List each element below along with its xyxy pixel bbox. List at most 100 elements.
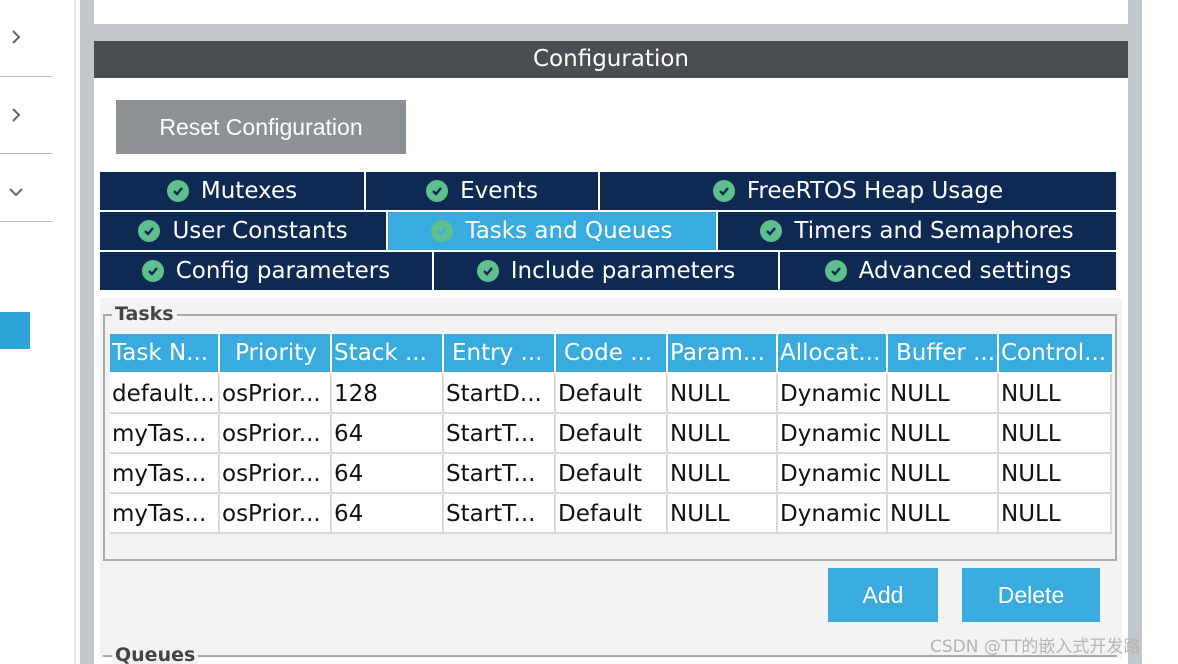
check-circle-icon bbox=[824, 260, 847, 282]
chevron-down-icon bbox=[9, 188, 23, 197]
cell-entry: StartT... bbox=[444, 494, 556, 534]
cell-param: NULL bbox=[668, 494, 778, 534]
tab-row-1: Mutexes Events FreeRTOS Heap Usage bbox=[100, 172, 1116, 210]
table-row[interactable]: myTas... osPrior... 64 StartT... Default… bbox=[110, 454, 1112, 494]
tab-label: Tasks and Queues bbox=[465, 218, 673, 244]
column-header-control[interactable]: Control... bbox=[999, 334, 1112, 372]
cell-task-name: default... bbox=[110, 374, 220, 414]
tab-label: Config parameters bbox=[175, 258, 391, 284]
cell-allocation: Dynamic bbox=[778, 414, 888, 454]
column-header-allocation[interactable]: Allocat... bbox=[778, 334, 888, 372]
cell-buffer: NULL bbox=[888, 414, 999, 454]
check-circle-icon bbox=[712, 180, 735, 202]
tab-label: Mutexes bbox=[200, 178, 298, 204]
cell-priority: osPrior... bbox=[220, 414, 332, 454]
cell-entry: StartD... bbox=[444, 374, 556, 414]
column-header-entry[interactable]: Entry ... bbox=[444, 334, 556, 372]
cell-priority: osPrior... bbox=[220, 494, 332, 534]
cell-entry: StartT... bbox=[444, 454, 556, 494]
add-task-button[interactable]: Add bbox=[828, 568, 938, 622]
check-circle-icon bbox=[426, 180, 449, 202]
column-header-priority[interactable]: Priority bbox=[220, 334, 332, 372]
sidebar-row-2[interactable] bbox=[0, 77, 52, 154]
cell-stack: 64 bbox=[332, 414, 444, 454]
cell-task-name: myTas... bbox=[110, 494, 220, 534]
queues-group-label: Queues bbox=[112, 644, 199, 664]
reset-configuration-button[interactable]: Reset Configuration bbox=[116, 100, 406, 154]
tab-tasks-and-queues[interactable]: Tasks and Queues bbox=[388, 212, 718, 250]
tab-label: User Constants bbox=[172, 218, 348, 244]
tasks-table: Task N... Priority Stack ... Entry ... C… bbox=[110, 334, 1112, 534]
tab-row-2: User Constants Tasks and Queues Timers a… bbox=[100, 212, 1116, 250]
cell-control: NULL bbox=[999, 414, 1112, 454]
cell-buffer: NULL bbox=[888, 454, 999, 494]
table-row[interactable]: myTas... osPrior... 64 StartT... Default… bbox=[110, 494, 1112, 534]
tab-mutexes[interactable]: Mutexes bbox=[100, 172, 366, 210]
watermark: CSDN @TT的嵌入式开发路 bbox=[930, 637, 1141, 657]
table-row[interactable]: myTas... osPrior... 64 StartT... Default… bbox=[110, 414, 1112, 454]
cell-code: Default bbox=[556, 374, 668, 414]
cell-task-name: myTas... bbox=[110, 414, 220, 454]
cell-param: NULL bbox=[668, 414, 778, 454]
check-circle-icon bbox=[760, 220, 783, 242]
tab-label: Events bbox=[460, 178, 538, 204]
tab-events[interactable]: Events bbox=[366, 172, 600, 210]
column-header-buffer[interactable]: Buffer ... bbox=[888, 334, 999, 372]
cell-control: NULL bbox=[999, 454, 1112, 494]
check-circle-icon bbox=[476, 260, 499, 282]
column-header-stack[interactable]: Stack ... bbox=[332, 334, 444, 372]
column-header-code[interactable]: Code ... bbox=[556, 334, 668, 372]
table-header-row: Task N... Priority Stack ... Entry ... C… bbox=[110, 334, 1112, 374]
panel-gap bbox=[94, 24, 1128, 41]
tab-label: Timers and Semaphores bbox=[794, 218, 1074, 244]
cell-buffer: NULL bbox=[888, 374, 999, 414]
cell-priority: osPrior... bbox=[220, 454, 332, 494]
cell-stack: 64 bbox=[332, 454, 444, 494]
tab-include-parameters[interactable]: Include parameters bbox=[434, 252, 780, 290]
cell-param: NULL bbox=[668, 374, 778, 414]
check-circle-icon bbox=[141, 260, 164, 282]
configuration-header: Configuration bbox=[94, 41, 1128, 78]
chevron-right-icon bbox=[12, 108, 21, 122]
cell-stack: 64 bbox=[332, 494, 444, 534]
cell-buffer: NULL bbox=[888, 494, 999, 534]
cell-allocation: Dynamic bbox=[778, 374, 888, 414]
cell-param: NULL bbox=[668, 454, 778, 494]
sidebar-row-3[interactable] bbox=[0, 154, 52, 222]
cell-allocation: Dynamic bbox=[778, 454, 888, 494]
column-header-param[interactable]: Param... bbox=[668, 334, 778, 372]
frame-border-left bbox=[80, 0, 94, 664]
tab-config-parameters[interactable]: Config parameters bbox=[100, 252, 434, 290]
tab-label: FreeRTOS Heap Usage bbox=[746, 178, 1004, 204]
sidebar-row-1[interactable] bbox=[0, 0, 52, 77]
sidebar-selected-item[interactable] bbox=[0, 312, 30, 349]
frame-border-right bbox=[1128, 0, 1142, 664]
tab-label: Include parameters bbox=[510, 258, 736, 284]
check-circle-icon bbox=[138, 220, 161, 242]
left-sidebar bbox=[0, 0, 52, 664]
tab-label: Advanced settings bbox=[858, 258, 1072, 284]
tasks-group-label: Tasks bbox=[112, 303, 177, 325]
app-root: Configuration Reset Configuration Mutexe… bbox=[0, 0, 1178, 664]
table-row[interactable]: default... osPrior... 128 StartD... Defa… bbox=[110, 374, 1112, 414]
cell-entry: StartT... bbox=[444, 414, 556, 454]
cell-code: Default bbox=[556, 454, 668, 494]
cell-control: NULL bbox=[999, 374, 1112, 414]
tab-user-constants[interactable]: User Constants bbox=[100, 212, 388, 250]
chevron-right-icon bbox=[12, 30, 21, 44]
check-circle-icon bbox=[166, 180, 189, 202]
tab-freertos-heap-usage[interactable]: FreeRTOS Heap Usage bbox=[600, 172, 1116, 210]
cell-control: NULL bbox=[999, 494, 1112, 534]
tab-advanced-settings[interactable]: Advanced settings bbox=[780, 252, 1116, 290]
sidebar-divider bbox=[74, 0, 76, 664]
upper-panel bbox=[94, 0, 1128, 24]
column-header-task-name[interactable]: Task N... bbox=[110, 334, 220, 372]
delete-task-button[interactable]: Delete bbox=[962, 568, 1100, 622]
cell-task-name: myTas... bbox=[110, 454, 220, 494]
cell-code: Default bbox=[556, 414, 668, 454]
cell-code: Default bbox=[556, 494, 668, 534]
check-circle-icon bbox=[431, 220, 454, 242]
tab-row-3: Config parameters Include parameters Adv… bbox=[100, 252, 1116, 290]
tab-timers-and-semaphores[interactable]: Timers and Semaphores bbox=[718, 212, 1116, 250]
cell-stack: 128 bbox=[332, 374, 444, 414]
